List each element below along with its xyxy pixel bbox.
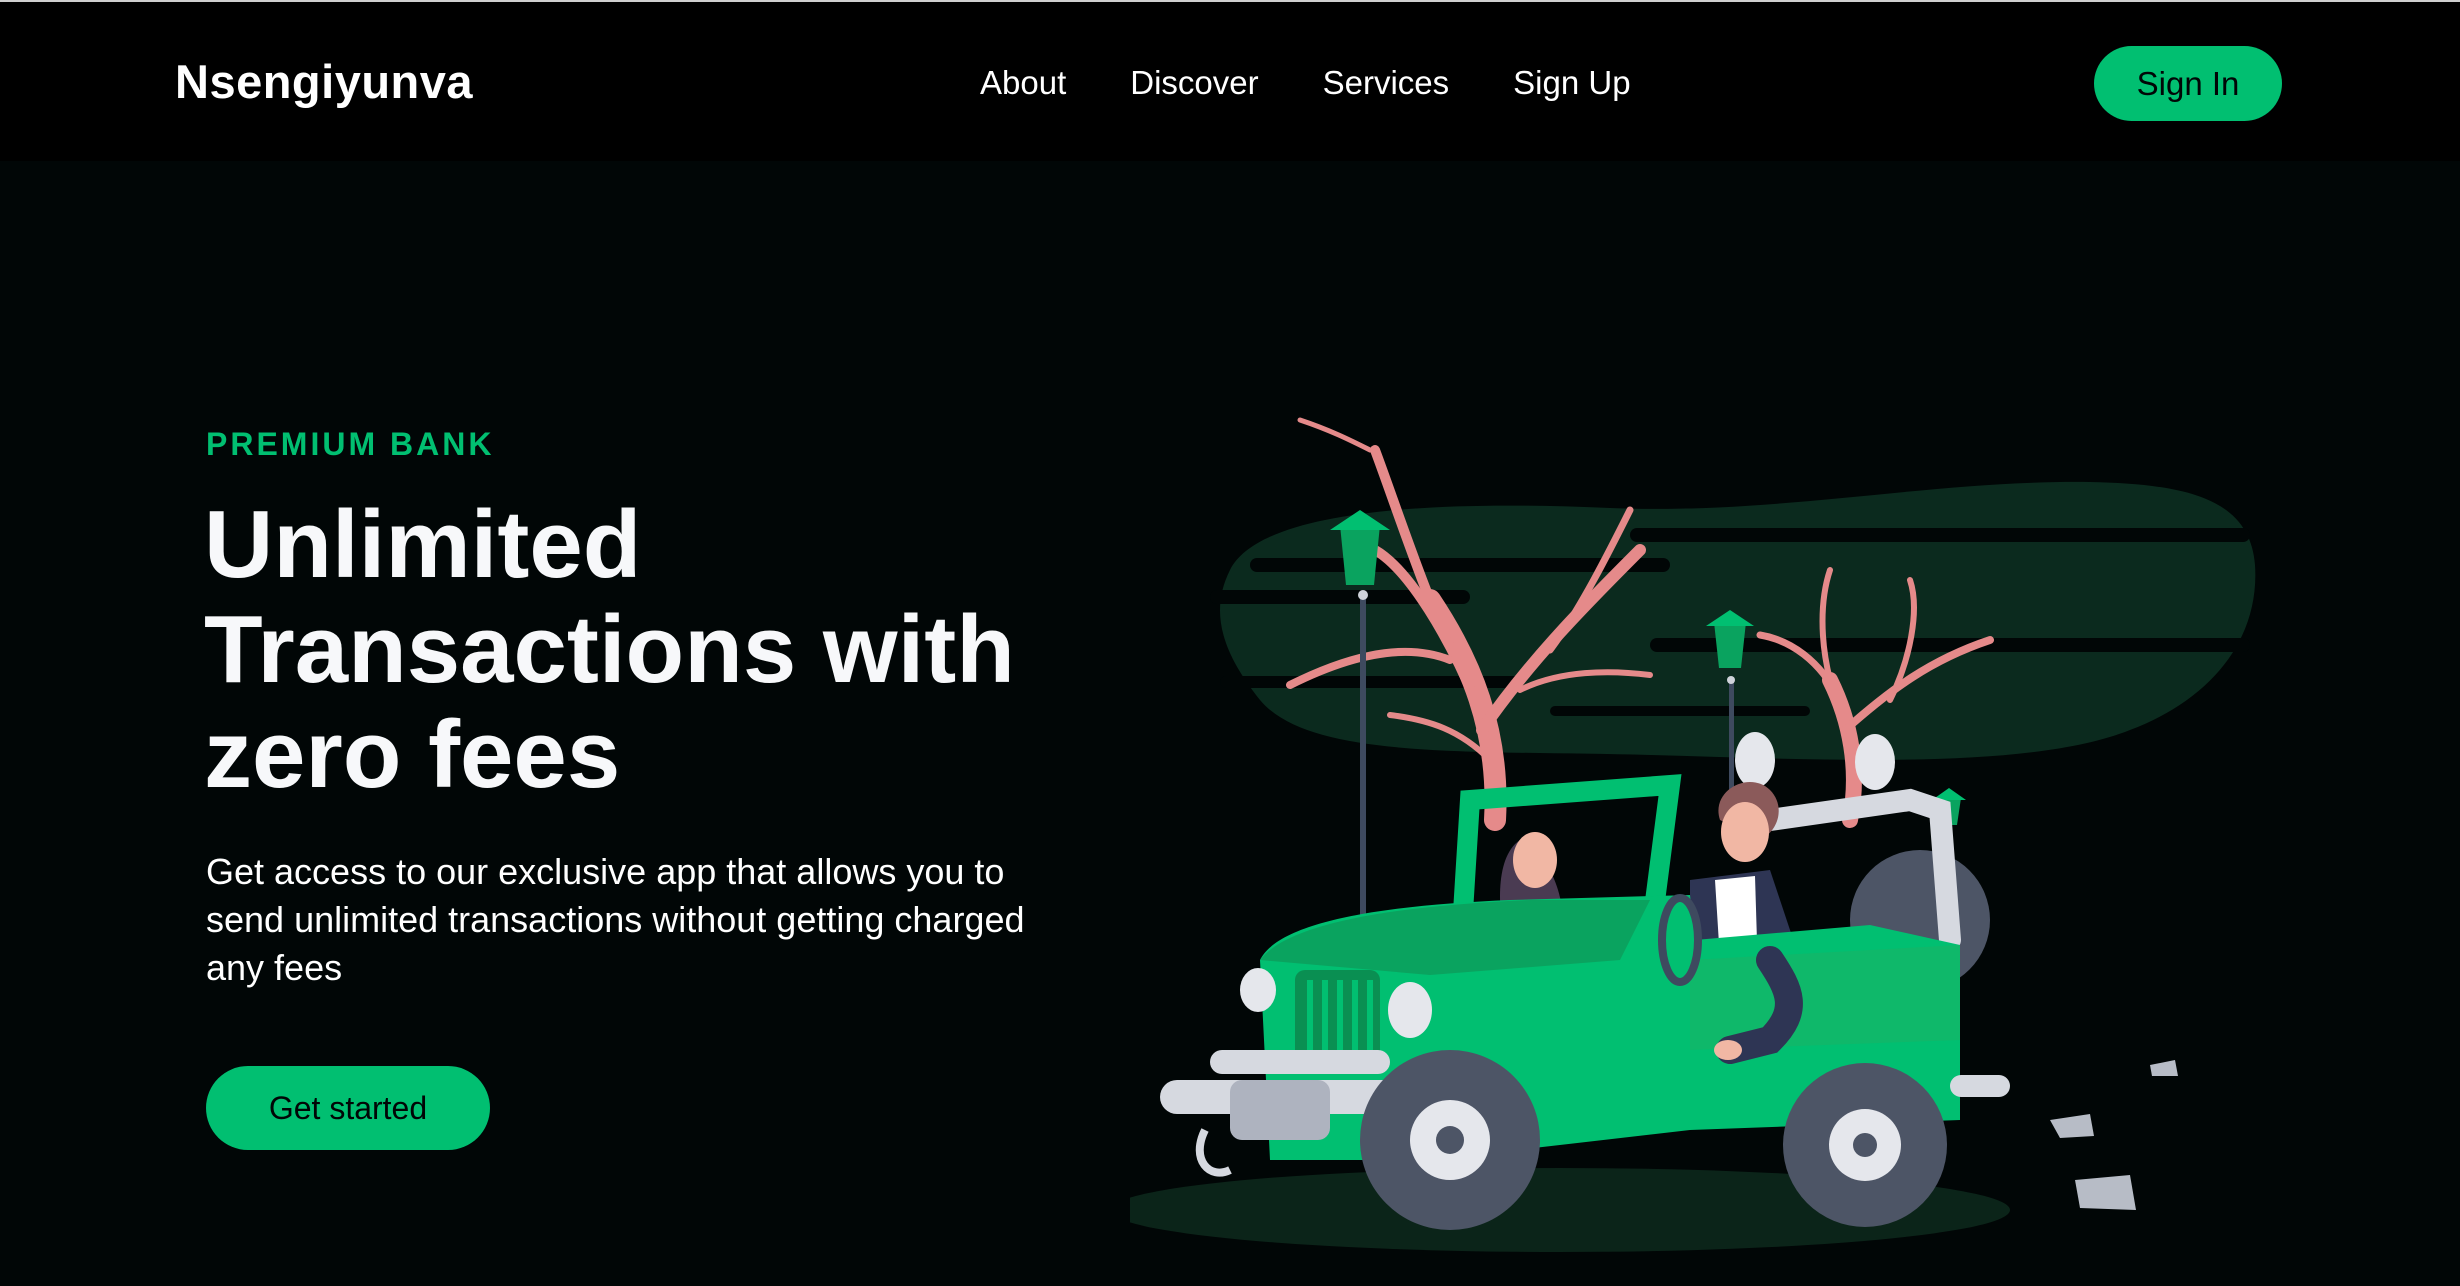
nav-item-discover[interactable]: Discover <box>1130 64 1258 102</box>
car-with-people-illustration <box>1130 417 2256 1252</box>
navbar: Nsengiyunva About Discover Services Sign… <box>0 2 2460 161</box>
headlight <box>1240 968 1276 1012</box>
rock <box>2050 1114 2094 1138</box>
nav-item-about[interactable]: About <box>980 64 1066 102</box>
hero-description: Get access to our exclusive app that all… <box>206 851 1025 988</box>
nav-item-services[interactable]: Services <box>1323 64 1450 102</box>
logo[interactable]: Nsengiyunva <box>175 54 473 109</box>
sign-in-button[interactable]: Sign In <box>2094 46 2282 121</box>
landing-page: Nsengiyunva About Discover Services Sign… <box>0 0 2460 1286</box>
rock <box>2150 1060 2178 1076</box>
get-started-button[interactable]: Get started <box>206 1066 490 1150</box>
rock <box>2075 1175 2136 1210</box>
headlight <box>1388 982 1432 1038</box>
nav-menu: About Discover Services Sign Up <box>980 64 1695 102</box>
hero-eyebrow: PREMIUM BANK <box>206 426 495 462</box>
jeep <box>1160 774 2010 1230</box>
hero-headline: Unlimited Transactions with zero fees <box>204 491 1015 808</box>
nav-item-signup[interactable]: Sign Up <box>1513 64 1630 102</box>
